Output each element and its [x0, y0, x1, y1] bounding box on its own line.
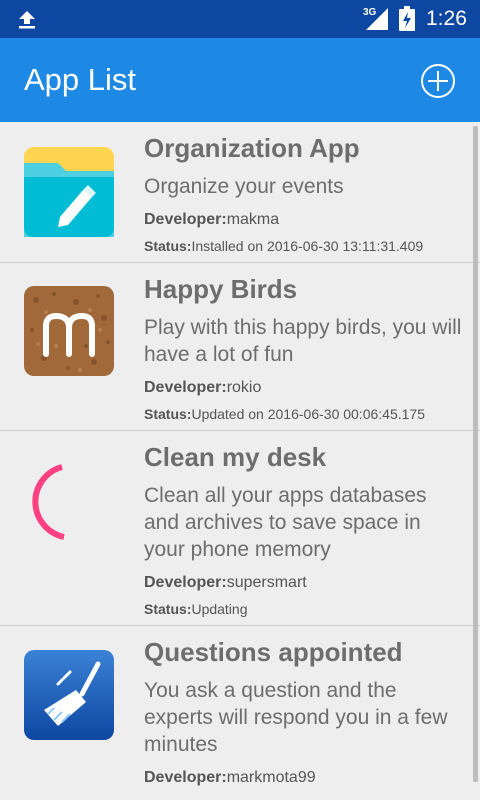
loading-spinner-icon [32, 464, 65, 540]
app-bar: App List [0, 38, 480, 122]
status-bar: 3G 1:26 [0, 0, 480, 38]
app-developer: Developer:makma [144, 211, 280, 228]
letter-m-cork-icon [24, 286, 114, 376]
page-title: App List [24, 62, 137, 97]
app-description: Organize your events [144, 175, 344, 198]
app-developer: Developer:markmota99 [144, 769, 316, 786]
folder-pencil-icon [24, 147, 114, 237]
app-developer: Developer:rokio [144, 379, 262, 396]
list-item[interactable]: Questions appointed You ask a question a… [0, 626, 480, 800]
list-item[interactable]: Happy Birds Play with this happy birds, … [0, 263, 480, 431]
app-list[interactable]: Organization App Organize your events De… [0, 122, 480, 800]
app-description: Clean all your apps databases and archiv… [144, 484, 427, 561]
app-description: Play with this happy birds, you will hav… [144, 316, 462, 366]
scrollbar[interactable] [473, 126, 478, 782]
add-app-button[interactable] [420, 63, 456, 99]
upload-icon [19, 11, 35, 29]
app-description: You ask a question and the experts will … [144, 679, 448, 756]
app-name: Organization App [144, 133, 360, 163]
app-name: Questions appointed [144, 637, 403, 667]
battery-charging-icon [399, 6, 415, 31]
clock: 1:26 [426, 7, 467, 30]
list-item[interactable]: Organization App Organize your events De… [0, 122, 480, 263]
app-name: Happy Birds [144, 274, 298, 304]
broom-icon [24, 650, 114, 740]
list-item[interactable]: Clean my desk Clean all your apps databa… [0, 431, 480, 626]
app-status: Status:Updating [144, 601, 248, 617]
app-name: Clean my desk [144, 442, 327, 472]
app-status: Status:Installed on 2016-06-30 13:11:31.… [144, 238, 424, 254]
app-status: Status:Updated on 2016-06-30 00:06:45.17… [144, 406, 425, 422]
signal-icon [366, 8, 388, 30]
app-developer: Developer:supersmart [144, 574, 307, 591]
